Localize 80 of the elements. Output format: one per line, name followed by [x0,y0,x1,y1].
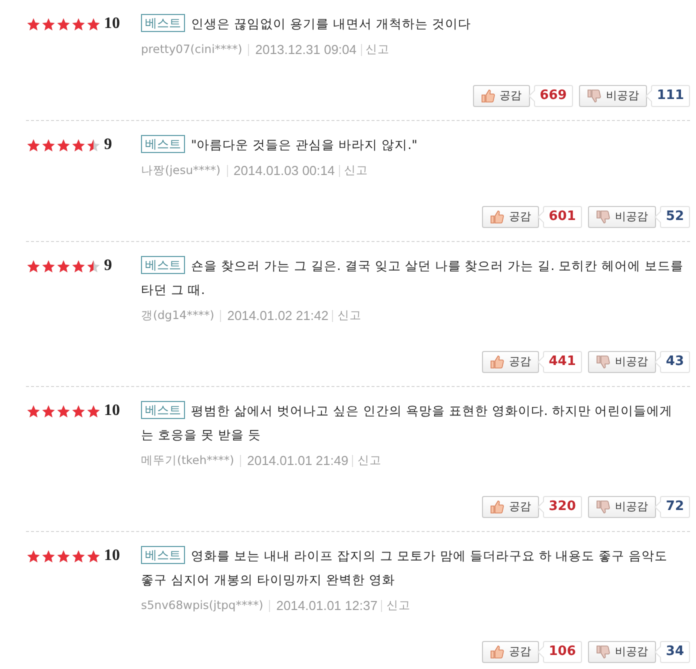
like-count: 441 [548,353,576,372]
thumbs-down-icon [596,355,610,369]
star-icon [71,16,86,32]
dislike-button[interactable]: 비공감 [588,641,656,663]
dislike-count: 111 [656,87,684,106]
star-icon [56,16,71,32]
star-icon [71,138,86,152]
star-icon [41,548,56,564]
author-name: 나짱(jesu****) [141,162,221,180]
review-date: 2014.01.03 00:14 [234,162,335,180]
author-name: pretty07(cini****) [141,41,242,58]
dislike-button[interactable]: 비공감 [588,206,656,228]
review-date: 2013.12.31 09:04 [255,41,357,60]
dislike-button[interactable]: 비공감 [578,85,647,107]
star-icon [41,16,56,32]
best-badge: 베스트 [141,256,185,274]
like-count: 320 [548,498,576,516]
like-button[interactable]: 공감 [482,351,539,373]
review-date: 2014.01.02 21:42 [227,307,328,326]
star-icon [56,548,71,564]
thumbs-down-icon [596,210,610,224]
thumbs-up-icon [480,89,495,103]
star-icon [71,404,86,418]
star-icon [56,258,71,274]
star-icon [56,138,71,152]
star-icon [26,548,41,564]
dislike-button[interactable]: 비공감 [588,496,656,518]
star-icon [41,258,56,274]
star-icon [56,404,71,418]
star-icon [26,16,41,32]
thumbs-down-icon [596,500,610,514]
star-icon [86,258,101,274]
review-text: 베스트 영화를 보는 내내 라이프 잡지의 그 모토가 맘에 들더라구요 하 내용도 좋구 음악도 좋구 심지어 개봉의 타이밍까지 완벽한 영화 [141,545,669,589]
thumbs-up-icon [490,210,504,224]
like-button[interactable]: 공감 [482,206,539,228]
best-badge: 베스트 [141,401,185,419]
star-icon [26,404,41,418]
best-badge: 베스트 [141,546,185,564]
like-count: 601 [548,208,576,226]
like-count: 669 [540,87,567,106]
star-icon [86,404,101,418]
like-button[interactable]: 공감 [482,496,539,518]
author-name: 갱(dg14****) [141,307,214,324]
rating-score: 10 [104,14,120,34]
star-icon [71,258,86,274]
rating-score: 9 [104,256,112,276]
review-text: 베스트 "아름다운 것들은 관심을 바라지 않지." [141,133,690,157]
star-icon [86,138,101,152]
star-icon [86,16,101,32]
review-date: 2014.01.01 12:37 [276,597,378,616]
dislike-button[interactable]: 비공감 [588,351,656,373]
thumbs-down-icon [586,89,601,103]
thumbs-up-icon [490,500,504,514]
dislike-count: 52 [666,208,684,226]
review-text: 베스트 인생은 끊임없이 용기를 내면서 개척하는 것이다 [141,12,690,36]
like-button[interactable]: 공감 [472,85,530,107]
thumbs-up-icon [490,645,504,659]
rating-score: 10 [104,401,120,421]
star-icon [71,548,86,564]
dislike-count: 72 [666,498,684,516]
review-text: 베스트 숀을 찾으러 가는 그 길은. 결국 잊고 살던 나를 찾으러 가는 길. 모히칸 헤어에 보드를 타던 그 때. [141,255,685,299]
review-date: 2014.01.01 21:49 [247,452,348,470]
best-badge: 베스트 [141,135,185,153]
author-name: s5nv68wpis(jtpq****) [141,597,264,614]
star-icon [41,404,56,418]
dislike-count: 43 [666,353,684,372]
thumbs-down-icon [596,645,610,659]
dislike-count: 34 [666,643,684,662]
star-icon [26,258,41,274]
like-count: 106 [548,643,576,662]
star-icon [26,138,41,152]
star-icon [41,138,56,152]
like-button[interactable]: 공감 [482,641,539,663]
thumbs-up-icon [490,355,504,369]
best-badge: 베스트 [141,14,185,32]
author-name: 메뚜기(tkeh****) [141,452,234,470]
rating-score: 9 [104,135,112,155]
rating-score: 10 [104,546,120,566]
star-icon [86,548,101,564]
review-text: 베스트 평범한 삶에서 벗어나고 싶은 인간의 욕망을 표현한 영화이다. 하지만 어린이들에게는 호응을 못 받을 듯 [141,400,674,444]
